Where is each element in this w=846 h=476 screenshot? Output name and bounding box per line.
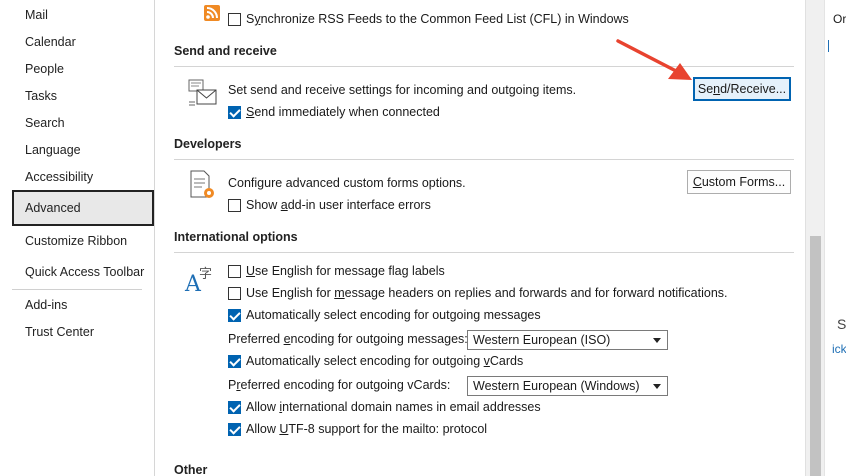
advanced-options-panel: Synchronize RSS Feeds to the Common Feed… bbox=[155, 0, 805, 476]
sidebar-divider bbox=[12, 289, 142, 290]
sync-rss-checkbox[interactable] bbox=[228, 13, 241, 26]
rss-icon bbox=[204, 5, 220, 24]
background-text: Or bbox=[833, 12, 846, 26]
send-receive-description: Set send and receive settings for incomi… bbox=[228, 83, 577, 97]
english-flag-labels-label: Use English for message flag labels bbox=[246, 264, 445, 278]
sidebar-item-calendar[interactable]: Calendar bbox=[12, 30, 153, 54]
show-addin-errors-checkbox[interactable] bbox=[228, 199, 241, 212]
show-addin-errors-label: Show add-in user interface errors bbox=[246, 198, 431, 212]
english-message-headers-label: Use English for message headers on repli… bbox=[246, 286, 728, 300]
encoding-messages-label: Preferred encoding for outgoing messages… bbox=[228, 332, 468, 346]
section-header-send-receive: Send and receive bbox=[174, 44, 277, 58]
send-immediately-label: Send immediately when connected bbox=[246, 105, 440, 119]
options-scrollbar[interactable] bbox=[805, 0, 824, 476]
section-header-other: Other bbox=[174, 463, 208, 476]
sidebar-item-mail[interactable]: Mail bbox=[12, 3, 153, 27]
sidebar-item-language[interactable]: Language bbox=[12, 138, 153, 162]
auto-encoding-vcards-label: Automatically select encoding for outgoi… bbox=[246, 354, 524, 368]
background-text: S bbox=[837, 316, 846, 332]
custom-forms-description: Configure advanced custom forms options. bbox=[228, 176, 466, 190]
section-header-developers: Developers bbox=[174, 137, 242, 151]
auto-encoding-vcards-checkbox[interactable] bbox=[228, 355, 241, 368]
background-divider bbox=[828, 40, 829, 52]
sidebar-item-add-ins[interactable]: Add-ins bbox=[12, 293, 153, 317]
sidebar-item-search[interactable]: Search bbox=[12, 111, 153, 135]
send-receive-button[interactable]: Send/Receive... bbox=[693, 77, 791, 101]
section-divider bbox=[174, 159, 794, 160]
international-domains-label: Allow international domain names in emai… bbox=[246, 400, 541, 414]
sidebar-item-customize-ribbon[interactable]: Customize Ribbon bbox=[12, 229, 153, 253]
custom-forms-button[interactable]: Custom Forms... bbox=[687, 170, 791, 194]
section-divider bbox=[174, 66, 794, 67]
section-header-international: International options bbox=[174, 230, 298, 244]
sidebar-item-quick-access-toolbar[interactable]: Quick Access Toolbar bbox=[12, 260, 153, 284]
sidebar-item-trust-center[interactable]: Trust Center bbox=[12, 320, 153, 344]
sidebar-item-accessibility[interactable]: Accessibility bbox=[12, 165, 153, 189]
encoding-messages-select[interactable]: Western European (ISO) bbox=[467, 330, 668, 350]
encoding-vcards-select[interactable]: Western European (Windows) bbox=[467, 376, 668, 396]
scrollbar-thumb[interactable] bbox=[810, 236, 821, 476]
sidebar-item-tasks[interactable]: Tasks bbox=[12, 84, 153, 108]
sync-rss-label: Synchronize RSS Feeds to the Common Feed… bbox=[246, 12, 629, 26]
chevron-down-icon bbox=[653, 338, 661, 343]
background-window-edge: Or S ick bbox=[824, 0, 846, 476]
send-immediately-checkbox[interactable] bbox=[228, 106, 241, 119]
background-link[interactable]: ick bbox=[832, 342, 846, 356]
sidebar-item-people[interactable]: People bbox=[12, 57, 153, 81]
english-message-headers-checkbox[interactable] bbox=[228, 287, 241, 300]
auto-encoding-messages-label: Automatically select encoding for outgoi… bbox=[246, 308, 541, 322]
send-receive-icon bbox=[188, 78, 218, 111]
utf8-mailto-label: Allow UTF-8 support for the mailto: prot… bbox=[246, 422, 488, 436]
section-divider bbox=[174, 252, 794, 253]
svg-text:字: 字 bbox=[199, 267, 212, 282]
english-flag-labels-checkbox[interactable] bbox=[228, 265, 241, 278]
custom-forms-icon bbox=[188, 169, 218, 204]
auto-encoding-messages-checkbox[interactable] bbox=[228, 309, 241, 322]
international-domains-checkbox[interactable] bbox=[228, 401, 241, 414]
utf8-mailto-checkbox[interactable] bbox=[228, 423, 241, 436]
options-sidebar: Mail Calendar People Tasks Search Langua… bbox=[0, 0, 155, 476]
sidebar-item-advanced[interactable]: Advanced bbox=[12, 190, 154, 226]
annotation-arrow-icon bbox=[616, 39, 692, 80]
language-icon: A 字 bbox=[184, 262, 218, 297]
encoding-vcards-label: Preferred encoding for outgoing vCards: bbox=[228, 378, 451, 392]
chevron-down-icon bbox=[653, 384, 661, 389]
